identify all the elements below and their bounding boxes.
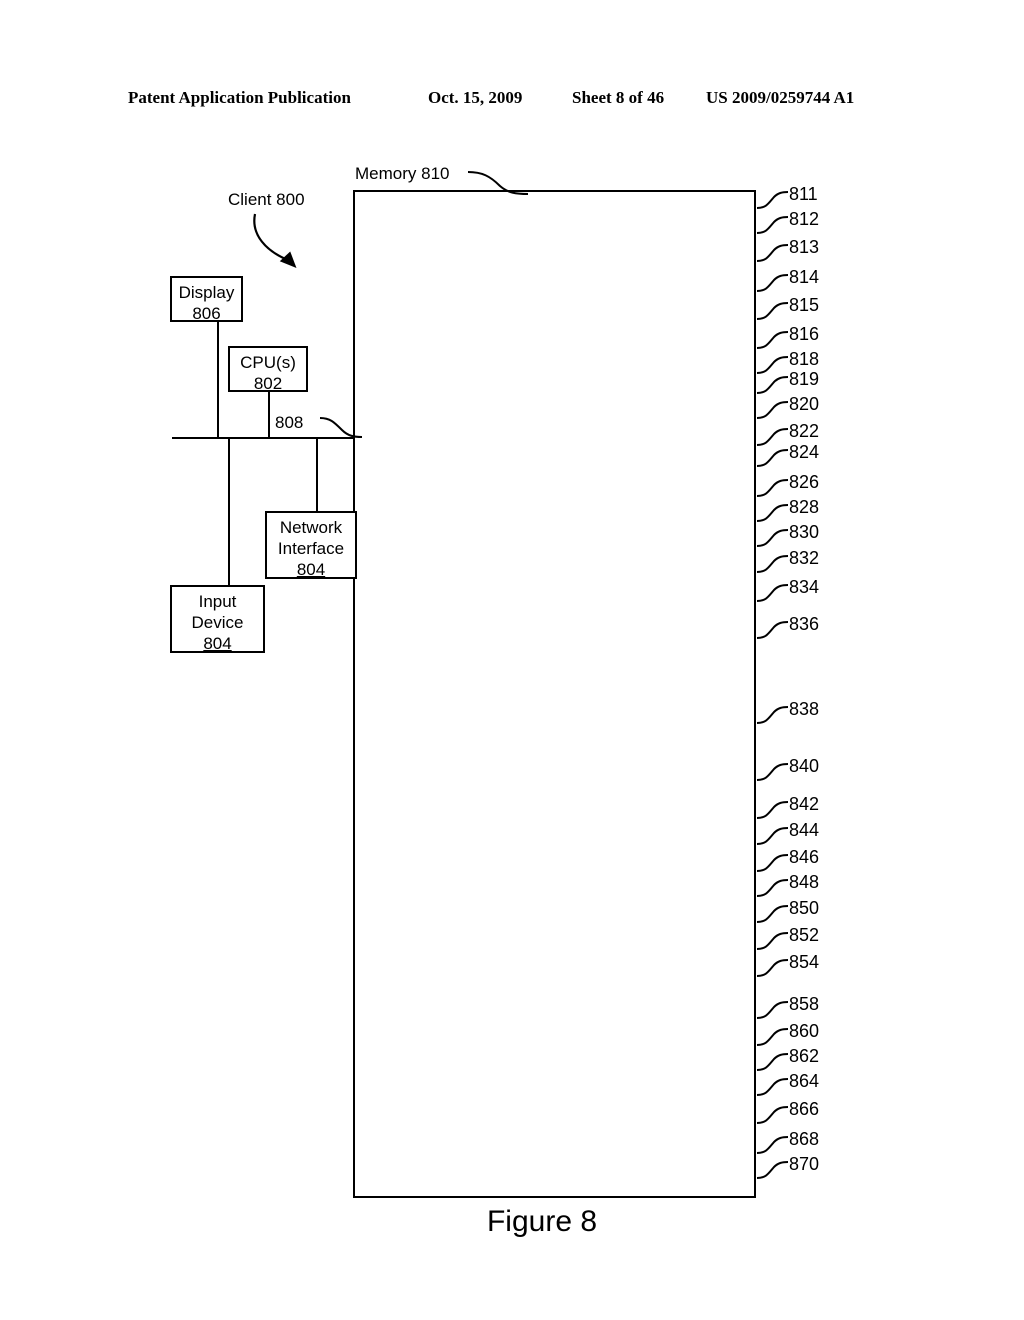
reference-number: 811 [789,184,818,204]
reference-leader-icon [756,216,789,234]
page-header: Patent Application Publication Oct. 15, … [0,88,1024,114]
reference-leader-icon [756,331,789,349]
reference-number: 818 [789,349,820,369]
reference-leader-icon [756,274,789,292]
display-bus-connector [217,322,219,439]
input-bus-connector [228,437,230,585]
figure-caption: Figure 8 [0,1205,1024,1239]
reference-leader-icon [756,504,789,522]
header-patent-number: US 2009/0259744 A1 [706,88,855,107]
reference-number: 854 [789,952,820,972]
reference-leader-icon [756,621,789,639]
reference-number: 858 [789,994,820,1014]
input-device-number: 804 [203,634,232,653]
display-block: Display 806 [170,276,243,323]
reference-leader-icon [756,191,789,209]
network-interface-title-line1: Network [279,518,343,537]
display-block-number: 806 [192,304,221,323]
network-interface-number: 804 [296,560,326,579]
reference-leader-icon [756,932,789,950]
reference-number: 824 [789,442,820,462]
client-label: Client 800 [228,190,305,209]
reference-number: 816 [789,324,820,344]
reference-number: 870 [789,1154,820,1174]
reference-leader-icon [756,1078,789,1096]
reference-leader-icon [756,827,789,845]
reference-leader-icon [756,1136,789,1154]
reference-number: 844 [789,820,820,840]
reference-leader-icon [756,801,789,819]
network-interface-title-line2: Interface [277,539,345,558]
reference-number: 840 [789,756,820,776]
reference-number: 864 [789,1071,820,1091]
reference-number: 848 [789,872,820,892]
memory-label: Memory 810 [355,164,450,183]
reference-leader-icon [756,529,789,547]
figure-caption-text: Figure 8 [486,1205,598,1238]
reference-number: 866 [789,1099,820,1119]
reference-number: 830 [789,522,820,542]
reference-number: 813 [789,237,820,257]
reference-number: 842 [789,794,820,814]
input-device-title-line1: Input [198,592,237,611]
header-sheet: Sheet 8 of 46 [572,88,665,107]
header-publication: Patent Application Publication [128,88,351,107]
client-arrow-icon [253,213,297,269]
reference-leader-icon [756,1001,789,1019]
header-date: Oct. 15, 2009 [428,88,523,107]
reference-number: 828 [789,497,820,517]
reference-leader-icon [756,555,789,573]
reference-number: 814 [789,267,820,287]
input-device-title-line2: Device [191,613,244,632]
reference-number: 868 [789,1129,820,1149]
display-block-title: Display [178,283,235,302]
reference-leader-icon [756,244,789,262]
reference-number: 820 [789,394,820,414]
reference-number: 852 [789,925,820,945]
reference-leader-icon [756,854,789,872]
reference-number: 822 [789,421,820,441]
reference-leader-icon [756,905,789,923]
reference-leader-icon [756,449,789,467]
reference-leader-icon [756,1106,789,1124]
reference-number: 838 [789,699,820,719]
reference-number: 846 [789,847,820,867]
reference-leader-icon [756,706,789,724]
reference-leader-icon [756,401,789,419]
reference-number: 815 [789,295,820,315]
memory-leader-icon [467,171,529,195]
reference-number: 826 [789,472,820,492]
reference-leader-icon [756,302,789,320]
reference-leader-icon [756,1053,789,1071]
input-device-block: Input Device 804 [170,585,265,653]
reference-leader-icon [756,959,789,977]
reference-number: 836 [789,614,820,634]
reference-leader-icon [756,1161,789,1179]
cpu-bus-connector [268,392,270,439]
bus-label: 808 [275,413,304,432]
reference-leader-icon [756,1028,789,1046]
reference-leader-icon [756,879,789,897]
reference-leader-icon [756,584,789,602]
reference-number: 832 [789,548,820,568]
reference-number: 834 [789,577,820,597]
bus-leader-icon [319,417,363,438]
network-interface-block: Network Interface 804 [265,511,357,579]
reference-leader-icon [756,376,789,394]
reference-number: 850 [789,898,820,918]
cpu-block-title: CPU(s) [240,353,296,372]
reference-number: 860 [789,1021,820,1041]
cpu-block: CPU(s) 802 [228,346,308,393]
reference-leader-icon [756,763,789,781]
memory-block [353,190,756,1198]
reference-leader-icon [756,479,789,497]
cpu-block-number: 802 [253,374,283,393]
netif-bus-connector [316,437,318,511]
reference-number: 862 [789,1046,820,1066]
reference-number: 812 [789,209,820,229]
reference-number: 819 [789,369,820,389]
